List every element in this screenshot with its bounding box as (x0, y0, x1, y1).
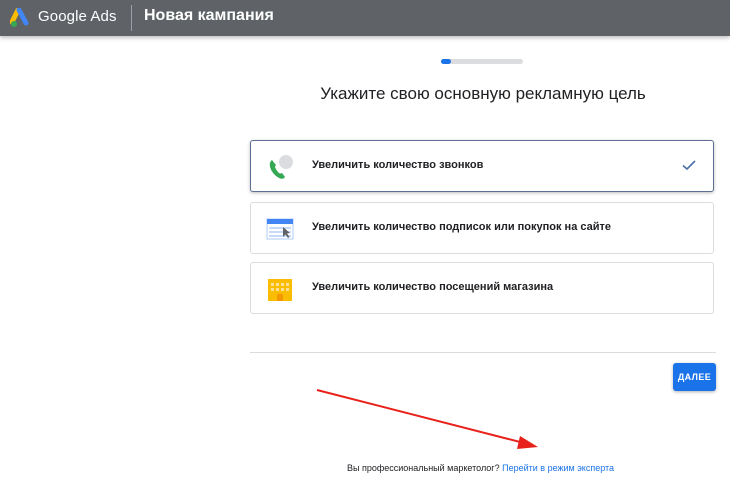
goal-option-label: Увеличить количество посещений магазина (312, 281, 554, 293)
header-divider (131, 5, 132, 31)
footer-question: Вы профессиональный маркетолог? (347, 463, 500, 473)
next-button[interactable]: ДАЛЕЕ (673, 363, 716, 391)
goal-option-label: Увеличить количество звонков (312, 159, 484, 171)
checkmark-icon (682, 160, 696, 171)
expert-mode-link[interactable]: Перейти в режим эксперта (502, 463, 614, 473)
goal-option-website[interactable]: Увеличить количество подписок или покупо… (250, 202, 714, 254)
expert-mode-prompt: Вы профессиональный маркетолог? Перейти … (347, 463, 614, 473)
brand-name[interactable]: Google Ads (38, 8, 117, 25)
store-icon (268, 279, 292, 301)
goal-option-calls[interactable]: Увеличить количество звонков (250, 140, 714, 192)
progress-bar-fill (441, 59, 451, 64)
goal-option-store[interactable]: Увеличить количество посещений магазина (250, 262, 714, 314)
website-icon (266, 218, 294, 240)
section-divider (250, 352, 716, 353)
page-title: Новая кампания (144, 7, 274, 24)
progress-bar (441, 59, 523, 64)
goal-option-label: Увеличить количество подписок или покупо… (312, 221, 612, 233)
phone-icon (269, 155, 293, 179)
top-app-bar: Google Ads Новая кампания (0, 0, 730, 36)
google-ads-logo-icon[interactable] (10, 8, 32, 28)
goal-heading: Укажите свою основную рекламную цель (320, 84, 646, 103)
